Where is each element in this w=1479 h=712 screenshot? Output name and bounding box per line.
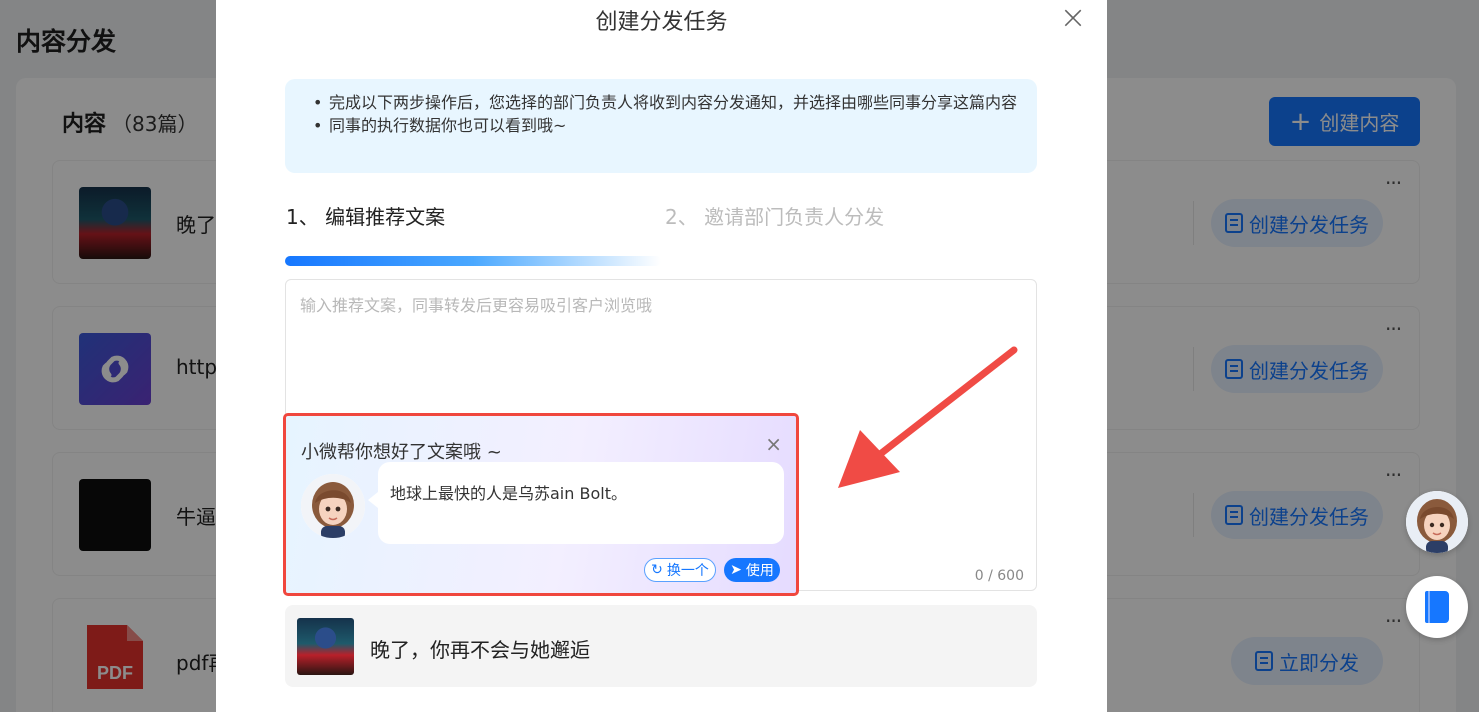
close-icon[interactable]: × bbox=[765, 432, 782, 456]
assistant-avatar-button[interactable] bbox=[1406, 491, 1468, 553]
step-edit-copy[interactable]: 1、 编辑推荐文案 bbox=[286, 201, 445, 230]
selected-article: 晚了，你再不会与她邂逅 bbox=[285, 605, 1037, 687]
annotation-arrow-icon bbox=[838, 346, 1018, 488]
refresh-label: 换一个 bbox=[666, 563, 709, 579]
step-progress-fill bbox=[285, 256, 661, 266]
step-invite-leaders[interactable]: 2、 邀请部门负责人分发 bbox=[665, 201, 884, 230]
article-thumbnail bbox=[297, 618, 354, 675]
step-progress-bar bbox=[285, 256, 1037, 266]
send-icon: ➤ bbox=[730, 562, 742, 578]
use-label: 使用 bbox=[745, 563, 774, 579]
use-suggestion-button[interactable]: ➤ 使用 bbox=[724, 558, 780, 582]
ai-suggestion-text: 地球上最快的人是乌苏ain Bolt。 bbox=[368, 462, 784, 544]
close-icon[interactable]: × bbox=[1058, 1, 1088, 33]
assistant-avatar-icon bbox=[301, 474, 365, 538]
tip-item: 完成以下两步操作后，您选择的部门负责人将收到内容分发通知，并选择由哪些同事分享这… bbox=[311, 91, 1017, 114]
assistant-avatar-icon bbox=[1406, 491, 1468, 553]
tip-item: 同事的执行数据你也可以看到哦~ bbox=[311, 114, 1017, 137]
article-title: 晚了，你再不会与她邂逅 bbox=[370, 638, 590, 662]
book-icon bbox=[1425, 591, 1449, 623]
refresh-suggestion-button[interactable]: ↻ 换一个 bbox=[644, 558, 716, 582]
ai-suggestion-card: 小微帮你想好了文案哦 ~ × 地球上最快的人是乌苏ain Bolt。 ↻ 换一个… bbox=[283, 413, 799, 596]
refresh-icon: ↻ bbox=[651, 562, 663, 578]
instruction-tip: 完成以下两步操作后，您选择的部门负责人将收到内容分发通知，并选择由哪些同事分享这… bbox=[285, 79, 1037, 173]
ai-suggestion-title: 小微帮你想好了文案哦 ~ bbox=[301, 442, 502, 463]
char-count: 0 / 600 bbox=[974, 568, 1024, 584]
modal-title: 创建分发任务 bbox=[595, 10, 728, 35]
guide-book-button[interactable] bbox=[1406, 576, 1468, 638]
